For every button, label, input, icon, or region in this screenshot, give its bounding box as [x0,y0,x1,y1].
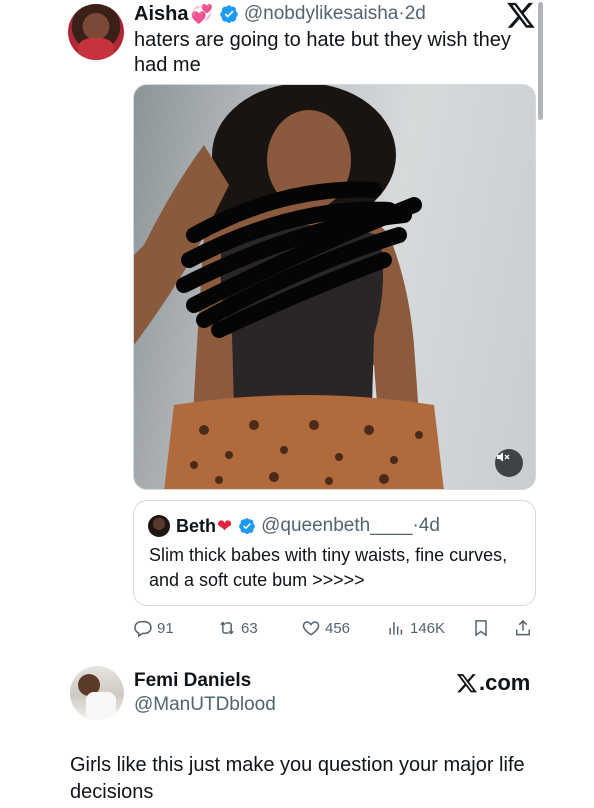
heart-icon [302,621,320,636]
views-button[interactable]: 146K [386,616,445,640]
red-heart-emoji-icon: ❤ [217,515,233,537]
xcom-label: .com [479,670,531,695]
share-icon [516,619,530,636]
quoted-author-name[interactable]: Beth [176,516,216,537]
share-button[interactable] [513,616,533,640]
quoted-tweet-header: Beth ❤ @queenbeth____ · 4d [176,514,440,538]
repost-button[interactable]: 63 [217,616,258,640]
quoted-author-handle[interactable]: @queenbeth____ [261,515,412,537]
reply-count: 91 [157,619,174,637]
speaker-muted-icon [497,452,510,462]
verified-badge-icon [239,518,255,535]
bookmark-button[interactable] [471,616,491,640]
reply-author-avatar[interactable] [70,666,124,720]
tweet-header: Aisha 💞 @nobdylikesaisha · 2d [134,2,426,26]
scrollbar[interactable] [538,2,543,120]
quoted-author-avatar[interactable] [148,515,170,537]
mute-button[interactable] [495,449,523,477]
reply-card: Femi Daniels @ManUTDblood .com Girls lik… [0,652,594,808]
embedded-tweet: Aisha 💞 @nobdylikesaisha · 2d haters are… [0,0,594,652]
x-logo-icon [456,674,477,693]
like-count: 456 [325,619,351,637]
repost-icon [220,621,234,635]
tweet-text: haters are going to hate but they wish t… [134,29,511,76]
reply-author-handle[interactable]: @ManUTDblood [134,694,276,716]
bar-chart-icon [389,622,403,635]
reply-button[interactable]: 91 [133,616,174,640]
tweet-age[interactable]: 2d [405,3,426,25]
heart-emoji-icon: 💞 [190,3,213,25]
like-button[interactable]: 456 [301,616,350,640]
repost-count: 63 [241,619,258,637]
quoted-tweet-text: Slim thick babes with tiny waists, fine … [149,545,508,590]
x-logo-icon[interactable] [506,0,536,30]
bookmark-icon [475,620,487,637]
author-name[interactable]: Aisha [134,3,188,26]
reply-text: Girls like this just make you question y… [70,754,525,803]
reply-icon [134,620,152,638]
xcom-watermark: .com [456,670,530,696]
reply-author-name[interactable]: Femi Daniels [134,670,251,692]
quoted-tweet-age[interactable]: 4d [419,515,440,537]
verified-badge-icon [220,5,238,23]
view-count: 146K [410,619,446,637]
tweet-actions: 91 63 456 146K [133,616,536,640]
author-avatar[interactable] [68,4,124,60]
video-frame [134,85,444,489]
quoted-tweet[interactable]: Beth ❤ @queenbeth____ · 4d Slim thick ba… [133,500,536,606]
tweet-video[interactable] [133,84,536,490]
author-handle[interactable]: @nobdylikesaisha [244,3,399,25]
